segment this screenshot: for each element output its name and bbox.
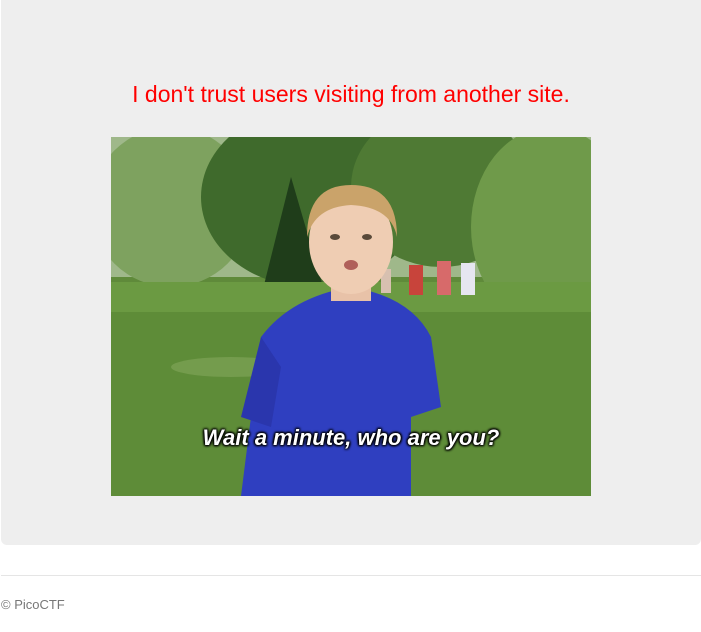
footer-divider (1, 575, 701, 576)
jumbotron-panel: I don't trust users visiting from anothe… (1, 0, 701, 545)
meme-caption: Wait a minute, who are you? (202, 425, 500, 450)
warning-message: I don't trust users visiting from anothe… (132, 81, 570, 107)
meme-image: Wait a minute, who are you? (111, 137, 591, 496)
footer-copyright: © PicoCTF (1, 597, 65, 612)
